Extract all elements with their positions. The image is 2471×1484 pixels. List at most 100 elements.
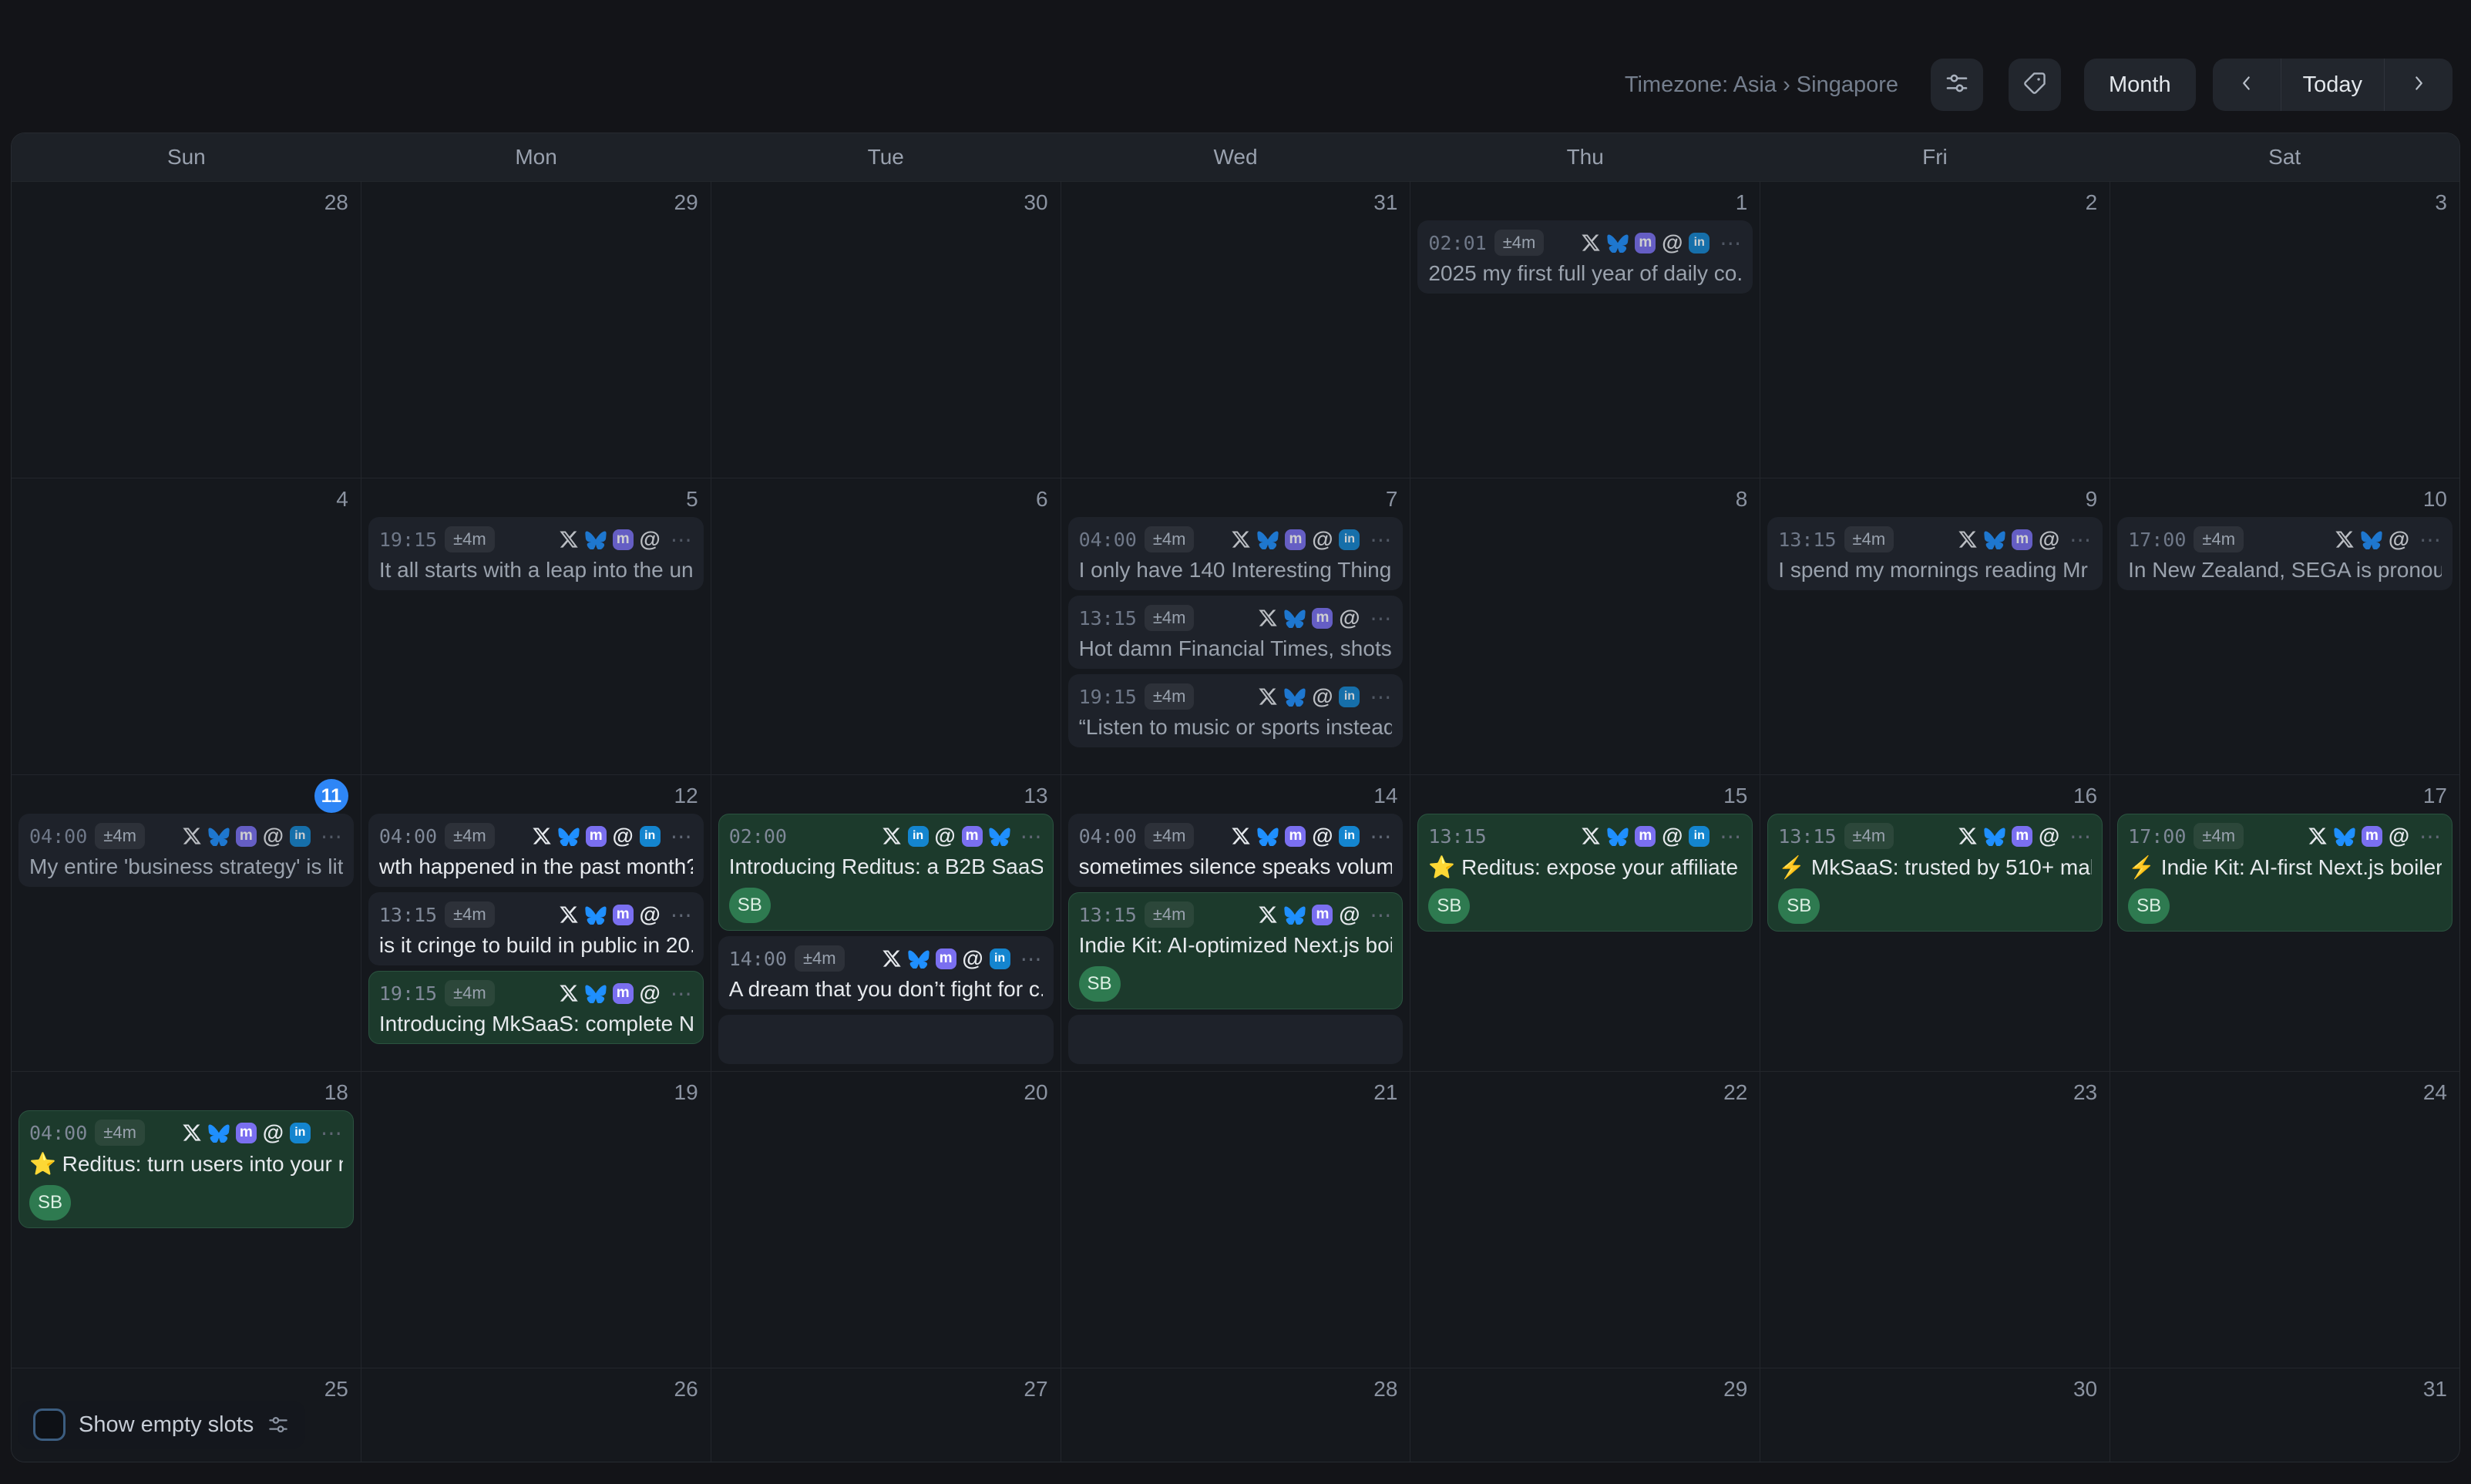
event-card[interactable]: 02:00in@m⋯Introducing Reditus: a B2B Saa… [718, 814, 1054, 931]
day-cell: 1717:00±4mm@⋯⚡ Indie Kit: AI-first Next.… [2110, 775, 2459, 1071]
day-cell: 27 [711, 1368, 1061, 1462]
event-card[interactable]: 13:15m@in⋯⭐ Reditus: expose your affilia… [1417, 814, 1753, 932]
tag-filter-button[interactable] [2009, 59, 2061, 111]
date-row: 20 [711, 1072, 1061, 1109]
more-options-icon[interactable]: ⋯ [1370, 606, 1392, 631]
channel-icons: m@in⋯ [1231, 824, 1392, 849]
more-options-icon[interactable]: ⋯ [2069, 824, 2092, 849]
event-header: 14:00±4mm@in⋯ [729, 944, 1043, 973]
chevron-right-icon [2409, 73, 2429, 97]
weekday-label: Fri [1760, 145, 2110, 170]
event-card[interactable]: 02:01±4mm@in⋯2025 my first full year of … [1417, 220, 1753, 294]
event-card[interactable]: 04:00±4mm@in⋯I only have 140 Interesting… [1068, 517, 1404, 590]
more-options-icon[interactable]: ⋯ [671, 824, 693, 849]
more-options-icon[interactable]: ⋯ [671, 527, 693, 552]
more-options-icon[interactable]: ⋯ [1370, 684, 1392, 710]
view-mode-button[interactable]: Month [2084, 59, 2196, 111]
filter-slots-button[interactable] [1931, 59, 1983, 111]
event-time: 17:00 [2128, 825, 2186, 848]
date-number: 15 [1723, 784, 1747, 808]
event-card[interactable]: 17:00±4m@⋯In New Zealand, SEGA is pronou… [2117, 517, 2453, 590]
more-options-icon[interactable]: ⋯ [321, 1120, 343, 1146]
more-options-icon[interactable]: ⋯ [1020, 824, 1043, 849]
date-number: 23 [2073, 1080, 2097, 1105]
more-options-icon[interactable]: ⋯ [2069, 527, 2092, 552]
event-card[interactable]: 13:15±4mm@⋯is it cringe to build in publ… [368, 892, 704, 965]
date-row: 11 [12, 775, 361, 812]
day-events: 04:00±4mm@in⋯I only have 140 Interesting… [1061, 515, 1410, 774]
date-number: 3 [2435, 190, 2447, 215]
more-options-icon[interactable]: ⋯ [1720, 230, 1742, 256]
event-header: 17:00±4m@⋯ [2128, 525, 2442, 554]
bluesky-icon [1257, 530, 1279, 549]
event-card[interactable]: 13:15±4mm@⋯Indie Kit: AI-optimized Next.… [1068, 892, 1404, 1009]
day-cell: 2 [1760, 182, 2110, 478]
date-number: 26 [674, 1377, 698, 1402]
mastodon-icon: m [1312, 905, 1333, 925]
event-card[interactable]: 04:00±4mm@in⋯wth happened in the past mo… [368, 814, 704, 887]
show-empty-slots-checkbox[interactable] [33, 1408, 66, 1441]
event-time: 02:01 [1428, 232, 1486, 254]
more-options-icon[interactable]: ⋯ [321, 824, 343, 849]
more-options-icon[interactable]: ⋯ [2419, 824, 2442, 849]
event-card[interactable]: 19:15±4m@in⋯“Listen to music or sports i… [1068, 674, 1404, 747]
day-cell: 6 [711, 478, 1061, 774]
x-twitter-icon [1231, 529, 1251, 549]
channel-icons: m@in⋯ [1231, 527, 1392, 552]
date-number: 2 [2086, 190, 2098, 215]
x-twitter-icon [2335, 529, 2355, 549]
event-card[interactable]: 13:15±4mm@⋯I spend my mornings reading M… [1767, 517, 2103, 590]
date-row: 7 [1061, 478, 1410, 515]
more-options-icon[interactable]: ⋯ [1020, 946, 1043, 972]
event-card[interactable]: 19:15±4mm@⋯Introducing MkSaaS: complete … [368, 971, 704, 1044]
date-row: 28 [1061, 1368, 1410, 1405]
slots-settings-button[interactable] [267, 1413, 290, 1436]
day-events [1061, 1109, 1410, 1368]
more-options-icon[interactable]: ⋯ [1370, 824, 1392, 849]
event-card[interactable]: 13:15±4mm@⋯⚡ MkSaaS: trusted by 510+ mak… [1767, 814, 2103, 932]
date-row: 31 [2110, 1368, 2459, 1405]
next-month-button[interactable] [2385, 59, 2453, 111]
event-card[interactable]: 04:00±4mm@in⋯sometimes silence speaks vo… [1068, 814, 1404, 887]
avatar: SB [1079, 966, 1121, 1002]
event-card-clipped[interactable] [1068, 1015, 1404, 1064]
prev-month-button[interactable] [2213, 59, 2281, 111]
day-cell: 1104:00±4mm@in⋯My entire 'business strat… [12, 775, 361, 1071]
x-twitter-icon [882, 826, 902, 846]
date-number: 21 [1373, 1080, 1397, 1105]
event-card[interactable]: 04:00±4mm@in⋯⭐ Reditus: turn users into … [18, 1110, 354, 1228]
more-options-icon[interactable]: ⋯ [1370, 902, 1392, 928]
mastodon-icon: m [236, 1123, 257, 1143]
more-options-icon[interactable]: ⋯ [1370, 527, 1392, 552]
date-row: 31 [1061, 182, 1410, 219]
event-card[interactable]: 17:00±4mm@⋯⚡ Indie Kit: AI-first Next.js… [2117, 814, 2453, 932]
date-number: 30 [1024, 190, 1047, 215]
day-cell: 1804:00±4mm@in⋯⭐ Reditus: turn users int… [12, 1072, 361, 1368]
more-options-icon[interactable]: ⋯ [671, 981, 693, 1006]
event-card[interactable]: 04:00±4mm@in⋯My entire 'business strateg… [18, 814, 354, 887]
avatar: SB [1778, 888, 1820, 924]
more-options-icon[interactable]: ⋯ [2419, 527, 2442, 552]
more-options-icon[interactable]: ⋯ [1720, 824, 1742, 849]
mastodon-icon: m [613, 983, 634, 1004]
event-card[interactable]: 19:15±4mm@⋯It all starts with a leap int… [368, 517, 704, 590]
event-card[interactable]: 14:00±4mm@in⋯A dream that you don’t figh… [718, 936, 1054, 1009]
day-events [711, 515, 1061, 774]
mastodon-icon: m [586, 826, 607, 847]
day-cell: 1404:00±4mm@in⋯sometimes silence speaks … [1061, 775, 1410, 1071]
day-events [711, 1109, 1061, 1368]
day-events [1760, 219, 2110, 478]
event-card-clipped[interactable] [718, 1015, 1054, 1064]
event-header: 04:00±4mm@in⋯ [1079, 821, 1393, 851]
bluesky-icon [208, 1123, 230, 1143]
more-options-icon[interactable]: ⋯ [671, 902, 693, 928]
day-events [2110, 1405, 2459, 1462]
linkedin-icon: in [640, 826, 661, 847]
today-button[interactable]: Today [2281, 59, 2384, 111]
date-number: 31 [2423, 1377, 2447, 1402]
bluesky-icon [989, 827, 1010, 846]
threads-icon: @ [2389, 527, 2409, 552]
date-row: 29 [1410, 1368, 1760, 1405]
linkedin-icon: in [1339, 826, 1360, 847]
event-card[interactable]: 13:15±4mm@⋯Hot damn Financial Times, sho… [1068, 596, 1404, 669]
